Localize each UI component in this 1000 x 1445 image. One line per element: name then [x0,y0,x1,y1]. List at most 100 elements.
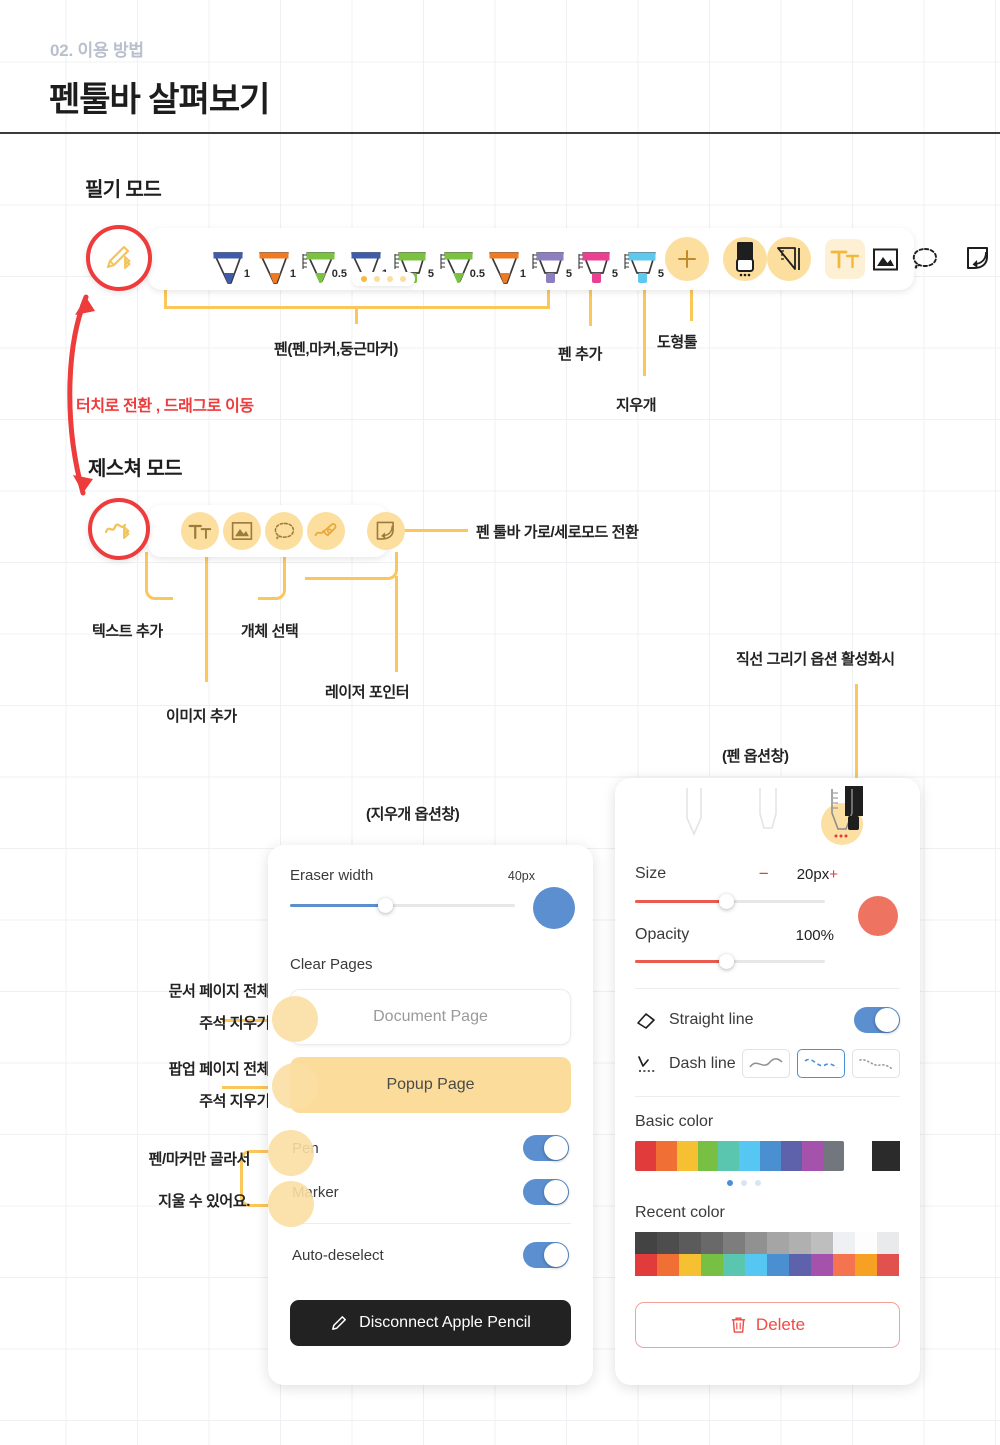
opacity-slider[interactable] [635,954,825,969]
gesture-toolbar[interactable] [148,505,405,557]
pen-tool-6[interactable]: 0.5 [435,231,485,287]
pen-toggle-row[interactable]: Pen [290,1135,571,1161]
basic-color-swatch[interactable] [822,1141,844,1171]
recent-color-swatch[interactable] [833,1232,855,1254]
eraser-width-slider[interactable] [290,898,515,913]
recent-color-swatch[interactable] [701,1232,723,1254]
recent-color-swatch[interactable] [745,1254,767,1276]
basic-color-swatch[interactable] [718,1141,740,1171]
slider-knob[interactable] [377,898,393,913]
lasso-tool-button[interactable] [905,239,945,279]
recent-color-swatch[interactable] [701,1254,723,1276]
recent-color-swatch[interactable] [745,1232,767,1254]
pager-dot[interactable] [400,276,406,282]
recent-color-swatch[interactable] [635,1254,657,1276]
recent-color-swatch[interactable] [679,1232,701,1254]
basic-color-swatch[interactable] [676,1141,698,1171]
recent-color-swatch[interactable] [657,1254,679,1276]
round-marker-tip[interactable] [820,786,863,852]
round-marker-tip-glyph [830,786,863,838]
dash-line-row[interactable]: Dash line [635,1049,900,1078]
pager-dot[interactable] [374,276,380,282]
recent-color-swatch[interactable] [811,1232,833,1254]
basic-color-extra-swatch[interactable] [871,1141,900,1171]
recent-color-swatch[interactable] [811,1254,833,1276]
recent-color-swatch[interactable] [855,1232,877,1254]
gesture-text-button[interactable] [181,512,219,550]
basic-color-swatch[interactable] [760,1141,782,1171]
marker-tip[interactable] [754,788,782,852]
basic-color-dot[interactable] [740,1180,747,1186]
recent-color-swatch[interactable] [789,1254,811,1276]
gesture-orientation-button[interactable] [367,512,405,550]
recent-color-swatch[interactable] [767,1232,789,1254]
basic-color-pager-dots[interactable] [635,1180,852,1186]
pager-dot[interactable] [387,276,393,282]
basic-color-swatch[interactable] [801,1141,823,1171]
recent-color-swatch[interactable] [767,1254,789,1276]
slider-knob[interactable] [719,894,735,909]
recent-color-swatch[interactable] [723,1254,745,1276]
marker-toggle-row[interactable]: Marker [290,1179,571,1205]
image-tool-button[interactable] [865,239,905,279]
recent-color-swatch[interactable] [657,1232,679,1254]
basic-color-swatch[interactable] [697,1141,719,1171]
pen-tool-2[interactable]: 1 [251,231,297,287]
straight-line-toggle[interactable] [854,1007,900,1033]
popup-page-button[interactable]: Popup Page [290,1057,571,1113]
basic-color-palette[interactable] [635,1141,900,1171]
slider-knob[interactable] [719,954,735,969]
basic-color-swatch[interactable] [655,1141,677,1171]
dash-option-dotted[interactable] [852,1049,900,1078]
basic-color-dot[interactable] [754,1180,761,1186]
dash-options[interactable] [742,1049,900,1078]
basic-color-swatch[interactable] [781,1141,802,1171]
recent-color-swatch[interactable] [877,1254,899,1276]
recent-color-swatch[interactable] [877,1232,899,1254]
pen-tool-7[interactable]: 1 [481,231,527,287]
pen-tip[interactable] [680,788,708,852]
recent-color-swatch[interactable] [855,1254,877,1276]
recent-color-swatch[interactable] [679,1254,701,1276]
disconnect-apple-pencil-button[interactable]: Disconnect Apple Pencil [290,1300,571,1346]
recent-color-swatch[interactable] [723,1232,745,1254]
marker-toggle[interactable] [523,1179,569,1205]
pen-tool-10[interactable]: 5 [619,231,665,287]
gesture-image-button[interactable] [223,512,261,550]
recent-color-swatch[interactable] [789,1232,811,1254]
eraser-options-panel[interactable]: Eraser width 40px Clear Pages Document P… [268,845,593,1385]
pen-options-panel[interactable]: Size − 20px+ Opacity 100% Straight line … [615,778,920,1385]
dash-option-solid[interactable] [742,1049,790,1078]
pen-tool-8[interactable]: 5 [527,231,573,287]
delete-button[interactable]: Delete [635,1302,900,1348]
pen-toggle[interactable] [523,1135,569,1161]
recent-color-swatch[interactable] [635,1232,657,1254]
pen-tool-3[interactable]: 0.5 [297,231,347,287]
basic-color-swatch[interactable] [635,1141,656,1171]
pager-dot[interactable] [361,276,367,282]
eraser-button[interactable] [723,237,767,281]
pen-toolbar[interactable]: 1 1 0.5 1 5 [148,228,988,290]
basic-color-swatch[interactable] [739,1141,761,1171]
recent-color-swatch[interactable] [833,1254,855,1276]
size-slider[interactable] [635,894,825,909]
size-decrement-button[interactable]: − [759,864,769,884]
recent-color-palette[interactable] [635,1232,900,1276]
basic-color-dot[interactable] [726,1180,733,1186]
gesture-lasso-button[interactable] [265,512,303,550]
pen-pager-dots[interactable] [352,272,415,286]
auto-deselect-toggle[interactable] [523,1242,569,1268]
straight-line-row[interactable]: Straight line [635,1007,900,1033]
pen-tool-1[interactable]: 1 [205,231,251,287]
gesture-laser-button[interactable] [307,512,345,550]
size-increment-button[interactable]: + [829,866,838,883]
dash-option-dashed[interactable] [797,1049,845,1078]
text-tool-button[interactable] [825,239,865,279]
shape-tool-button[interactable] [767,237,811,281]
auto-deselect-row[interactable]: Auto-deselect [290,1242,571,1268]
add-pen-button[interactable] [665,237,709,281]
pen-tool-9[interactable]: 5 [573,231,619,287]
document-page-button[interactable]: Document Page [290,989,571,1045]
toolbar-orientation-button[interactable] [959,239,999,279]
pen-tips-row[interactable] [615,778,920,852]
